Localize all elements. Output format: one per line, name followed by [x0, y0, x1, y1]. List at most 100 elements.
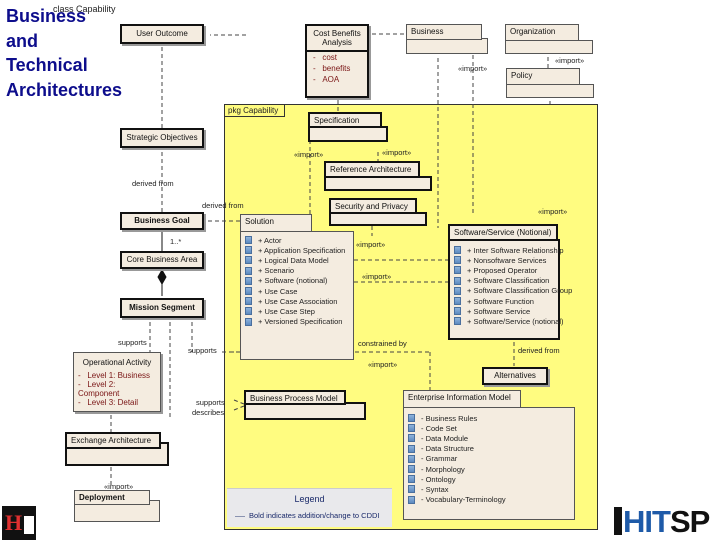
list-item[interactable]: - Data Module [408, 433, 574, 443]
class-icon [245, 246, 252, 255]
list-item[interactable]: - Data Structure [408, 444, 574, 454]
solution-member-list: + Actor + Application Specification + Lo… [240, 231, 354, 360]
class-icon [408, 475, 415, 484]
operational-activity-attribute: - Level 2: Component [78, 380, 120, 398]
class-icon [408, 424, 415, 433]
import-label: «import» [362, 272, 392, 281]
operational-activity-attribute: - Level 3: Detail [78, 398, 139, 407]
mission-segment-class[interactable]: Mission Segment [120, 298, 204, 318]
list-item[interactable]: - Grammar [408, 454, 574, 464]
list-item[interactable]: + Proposed Operator [454, 265, 558, 275]
business-goal-class[interactable]: Business Goal [120, 212, 204, 230]
software-service-member-list: + Inter Software Relationship + Nonsoftw… [448, 239, 572, 340]
business-label: Business [406, 24, 482, 40]
list-item[interactable]: + Software/Service (notional) [454, 316, 564, 326]
list-item[interactable]: + Software (notional) [245, 276, 353, 286]
list-item[interactable]: - Code Set [408, 423, 574, 433]
list-item[interactable]: + Inter Software Relationship [454, 245, 564, 255]
supports-label: supports [118, 338, 147, 347]
constrained-by-label: constrained by [358, 339, 407, 348]
list-item[interactable]: - Vocabulary-Terminology [408, 495, 574, 505]
enterprise-information-model-package[interactable]: Enterprise Information Model - Business … [403, 390, 575, 520]
specification-label: Specification [308, 112, 382, 128]
strategic-objectives-class[interactable]: Strategic Objectives [120, 128, 204, 148]
hitsp-logo-hit: HIT [623, 504, 671, 539]
operational-activity-label: Operational Activity [82, 358, 152, 367]
class-icon [454, 307, 461, 316]
list-item[interactable]: - Morphology [408, 464, 574, 474]
import-label: «import» [294, 150, 324, 159]
solution-package[interactable]: Solution + Actor + Application Specifica… [240, 214, 354, 360]
reference-architecture-label: Reference Architecture [324, 161, 420, 178]
enterprise-information-model-member-list: - Business Rules - Code Set - Data Modul… [403, 407, 575, 520]
list-item[interactable]: + Actor [245, 235, 353, 245]
cost-benefits-label: Cost Benefits Analysis [307, 26, 367, 52]
list-item[interactable]: + Application Specification [245, 245, 353, 255]
connector [233, 405, 245, 411]
security-privacy-label: Security and Privacy [329, 198, 417, 214]
business-goal-label: Business Goal [134, 216, 190, 225]
class-icon [454, 286, 461, 295]
list-item[interactable]: + Nonsoftware Services [454, 255, 558, 265]
list-item[interactable]: - Ontology [408, 474, 574, 484]
import-label: «import» [382, 148, 412, 157]
list-item[interactable]: + Software Classification Group [454, 286, 572, 296]
list-item[interactable]: + Use Case Association [245, 296, 353, 306]
reference-architecture-package[interactable]: Reference Architecture [324, 161, 432, 191]
list-item[interactable]: + Scenario [245, 266, 353, 276]
user-outcome-label: User Outcome [136, 29, 188, 38]
composition-diamond [157, 268, 167, 286]
class-icon [245, 266, 252, 275]
derived-from-label: derived from [202, 201, 244, 210]
list-item[interactable]: + Software Function [454, 296, 558, 306]
supports-label: supports [188, 346, 217, 355]
deployment-package[interactable]: Deployment [74, 490, 160, 522]
list-item[interactable]: + Software Classification [454, 276, 558, 286]
class-icon [408, 454, 415, 463]
specification-package[interactable]: Specification [308, 112, 388, 142]
user-outcome-class[interactable]: User Outcome [120, 24, 204, 44]
class-icon [245, 317, 252, 326]
list-item[interactable]: + Use Case Step [245, 306, 353, 316]
multiplicity-label: 1..* [170, 237, 182, 246]
list-item[interactable]: - Syntax [408, 484, 574, 494]
organization-label: Organization [505, 24, 579, 41]
software-service-package[interactable]: Software/Service (Notional) + Inter Soft… [448, 224, 572, 340]
class-icon [245, 307, 252, 316]
class-icon [245, 256, 252, 265]
business-package[interactable]: Business [406, 24, 488, 54]
exchange-architecture-label: Exchange Architecture [65, 432, 161, 449]
core-business-area-class[interactable]: Core Business Area [120, 251, 204, 269]
class-icon [454, 276, 461, 285]
class-icon [408, 495, 415, 504]
list-item[interactable]: - Business Rules [408, 413, 574, 423]
legend-title: Legend [294, 494, 325, 504]
class-icon [408, 444, 415, 453]
cost-benefits-class[interactable]: Cost Benefits Analysis - cost - benefits… [305, 24, 369, 98]
exchange-architecture-package[interactable]: Exchange Architecture [65, 432, 169, 466]
connector [233, 399, 245, 405]
list-item[interactable]: + Logical Data Model [245, 255, 353, 265]
policy-package[interactable]: Policy [506, 68, 594, 98]
derived-from-label: derived from [132, 179, 174, 188]
cost-benefits-attribute: - AOA [313, 75, 340, 84]
operational-activity-class[interactable]: Operational Activity - Level 1: Business… [73, 352, 161, 412]
hitsp-logo-bar [614, 507, 622, 535]
business-process-model-package[interactable]: Business Process Model [244, 390, 366, 420]
alternatives-class[interactable]: Alternatives [482, 367, 548, 385]
class-icon [408, 465, 415, 474]
organization-package[interactable]: Organization [505, 24, 593, 54]
list-item[interactable]: + Versioned Specification [245, 317, 353, 327]
cost-benefits-attribute: - benefits [313, 64, 351, 73]
list-item[interactable]: + Software Service [454, 306, 558, 316]
solution-label: Solution [240, 214, 312, 232]
class-icon [245, 287, 252, 296]
core-business-area-label: Core Business Area [126, 255, 198, 264]
import-label: «import» [458, 64, 488, 73]
business-process-model-label: Business Process Model [244, 390, 346, 405]
list-item[interactable]: + Use Case [245, 286, 353, 296]
cost-benefits-attribute: - cost [313, 53, 338, 62]
class-icon [408, 485, 415, 494]
derived-from-label: derived from [518, 346, 560, 355]
describes-label: describes [192, 408, 225, 417]
